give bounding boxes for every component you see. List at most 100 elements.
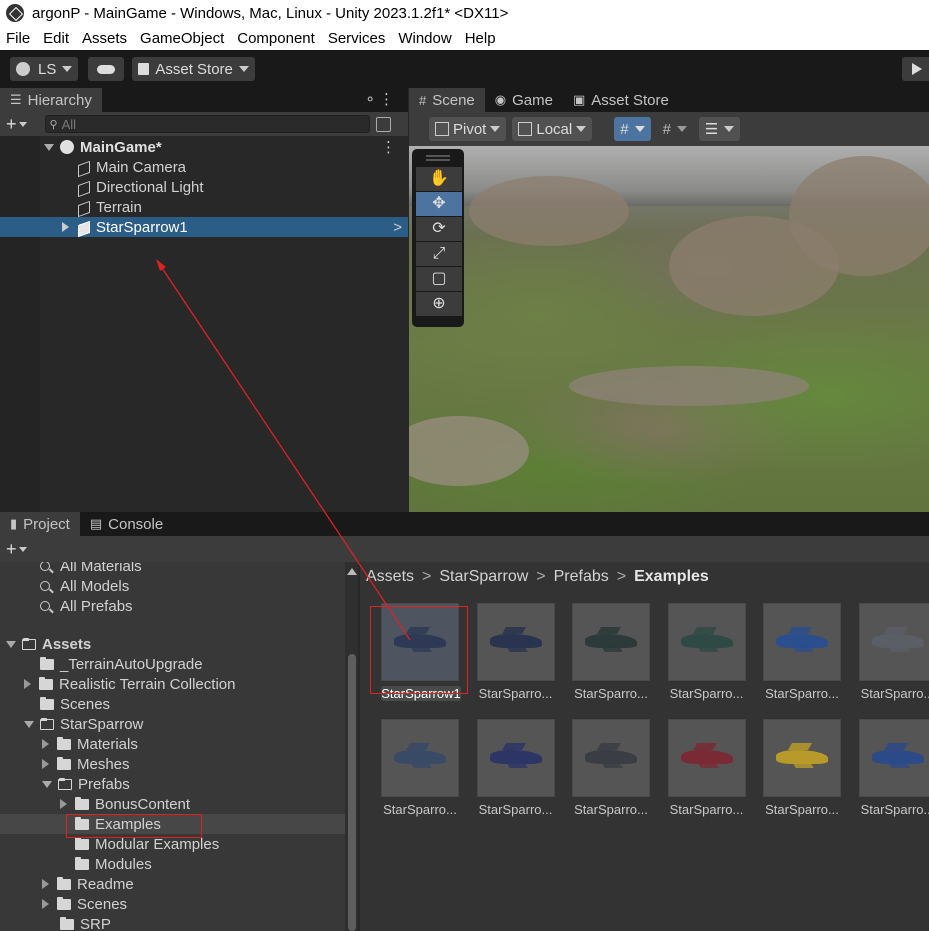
scene-row[interactable]: MainGame* ⋮ — [0, 137, 408, 157]
menu-assets[interactable]: Assets — [82, 30, 127, 47]
hand-tool-icon[interactable]: ✋ — [416, 167, 462, 191]
expand-arrow-icon[interactable] — [62, 222, 69, 232]
tree-item[interactable]: Meshes — [0, 754, 345, 774]
expand-arrow-icon[interactable] — [6, 640, 16, 648]
space-dropdown[interactable]: Local — [512, 117, 593, 141]
pivot-dropdown[interactable]: Pivot — [429, 117, 507, 141]
tree-item[interactable]: Scenes — [0, 694, 345, 714]
menu-gameobject[interactable]: GameObject — [140, 30, 224, 47]
rect-tool-icon[interactable]: ▢ — [416, 267, 462, 291]
asset-card[interactable]: StarSparro... — [471, 604, 561, 714]
asset-store-label: Asset Store — [155, 60, 233, 78]
cloud-button[interactable] — [88, 57, 125, 81]
menu-help[interactable]: Help — [465, 30, 496, 47]
menu-services[interactable]: Services — [328, 30, 386, 47]
scene-visibility-icon[interactable] — [375, 116, 391, 132]
expand-arrow-icon[interactable] — [44, 143, 54, 151]
expand-arrow-icon[interactable] — [42, 759, 49, 769]
grid-snap-toggle[interactable]: # — [614, 117, 651, 141]
drag-handle-icon[interactable] — [426, 155, 450, 161]
breadcrumb-item[interactable]: Assets — [366, 568, 414, 586]
snap-increment-button[interactable]: # — [657, 117, 693, 141]
tab-console[interactable]: ▤ Console — [80, 512, 173, 536]
expand-arrow-icon[interactable] — [42, 899, 49, 909]
expand-arrow-icon[interactable] — [42, 739, 49, 749]
asset-card[interactable]: StarSparro... — [375, 720, 465, 830]
add-icon[interactable]: + — [6, 539, 17, 560]
favorite-item[interactable]: All Materials — [0, 562, 345, 576]
asset-card[interactable]: StarSparro... — [566, 604, 656, 714]
asset-card[interactable]: StarSparro... — [853, 720, 929, 830]
hierarchy-item-selected[interactable]: StarSparrow1 > — [0, 217, 408, 237]
asset-card[interactable]: StarSparro... — [757, 604, 847, 714]
tree-item[interactable]: Modules — [0, 854, 345, 874]
tree-item[interactable]: Readme — [0, 874, 345, 894]
scale-tool-icon[interactable]: ⤢ — [416, 242, 462, 266]
expand-arrow-icon[interactable] — [42, 879, 49, 889]
transform-tool-icon[interactable]: ⊕ — [416, 292, 462, 316]
cloud-icon — [97, 64, 116, 74]
asset-card[interactable]: StarSparro... — [757, 720, 847, 830]
chevron-down-icon[interactable] — [18, 121, 27, 127]
scrollbar-thumb[interactable] — [348, 654, 356, 931]
tab-hierarchy[interactable]: ☰ Hierarchy — [0, 88, 102, 112]
move-tool-icon[interactable]: ✥ — [416, 192, 462, 216]
asset-card[interactable]: StarSparro... — [662, 720, 752, 830]
more-options-icon[interactable]: ⋮ — [381, 138, 396, 156]
hierarchy-item[interactable]: Directional Light — [0, 177, 408, 197]
tab-scene[interactable]: # Scene — [409, 88, 485, 112]
tree-item[interactable]: Materials — [0, 734, 345, 754]
asset-store-dropdown[interactable]: Asset Store — [132, 57, 255, 81]
expand-arrow-icon[interactable] — [24, 720, 34, 728]
asset-label: StarSparro... — [765, 802, 839, 817]
prefab-thumbnail — [382, 720, 458, 796]
hierarchy-search-input[interactable]: ⚲ All — [44, 115, 370, 133]
favorite-item[interactable]: All Prefabs — [0, 596, 345, 616]
lock-icon[interactable]: ⚬ — [364, 91, 376, 108]
chevron-down-icon[interactable] — [18, 546, 27, 552]
asset-card[interactable]: StarSparro... — [853, 604, 929, 714]
tree-item[interactable]: Prefabs — [0, 774, 345, 794]
tree-item[interactable]: Scenes — [0, 894, 345, 914]
breadcrumb-item[interactable]: StarSparrow — [439, 568, 528, 586]
expand-arrow-icon[interactable] — [60, 799, 67, 809]
menu-window[interactable]: Window — [398, 30, 451, 47]
tree-item[interactable]: BonusContent — [0, 794, 345, 814]
tree-scrollbar[interactable] — [345, 562, 358, 931]
tree-item-label: Prefabs — [78, 775, 130, 793]
more-options-icon[interactable]: ⋮ — [379, 90, 394, 108]
play-button[interactable] — [902, 57, 929, 81]
hierarchy-item[interactable]: Main Camera — [0, 157, 408, 177]
chevron-right-icon[interactable]: > — [393, 219, 402, 236]
menu-component[interactable]: Component — [237, 30, 315, 47]
tree-item[interactable]: Realistic Terrain Collection — [0, 674, 345, 694]
tab-project[interactable]: ▮ Project — [0, 512, 80, 536]
add-icon[interactable]: + — [6, 114, 17, 135]
tab-asset-store[interactable]: ▣ Asset Store — [563, 88, 679, 112]
expand-arrow-icon[interactable] — [42, 780, 52, 788]
account-dropdown[interactable]: LS — [10, 57, 79, 81]
menu-edit[interactable]: Edit — [43, 30, 69, 47]
asset-card[interactable]: StarSparro... — [471, 720, 561, 830]
project-tree: All Materials All Models All Prefabs Ass… — [0, 562, 358, 931]
tree-item[interactable]: _TerrainAutoUpgrade — [0, 654, 345, 674]
increment-snap-button[interactable]: ☰ — [698, 117, 741, 141]
unity-logo-icon — [6, 4, 24, 22]
hierarchy-item[interactable]: Terrain — [0, 197, 408, 217]
tree-item[interactable]: StarSparrow — [0, 714, 345, 734]
tab-scene-label: Scene — [432, 91, 475, 109]
breadcrumb-item[interactable]: Prefabs — [554, 568, 609, 586]
asset-card[interactable]: StarSparro... — [662, 604, 752, 714]
folder-icon — [57, 896, 71, 910]
expand-arrow-icon[interactable] — [24, 679, 31, 689]
scene-viewport[interactable]: ✋ ✥ ⟳ ⤢ ▢ ⊕ — [409, 146, 929, 512]
scroll-up-icon[interactable] — [347, 568, 357, 575]
asset-card[interactable]: StarSparro... — [566, 720, 656, 830]
menu-file[interactable]: File — [6, 30, 30, 47]
tree-item-assets[interactable]: Assets — [0, 634, 345, 654]
tab-game[interactable]: ◉ Game — [485, 88, 563, 112]
rotate-tool-icon[interactable]: ⟳ — [416, 217, 462, 241]
tree-item-label: Scenes — [60, 695, 111, 713]
tree-item[interactable]: SRP — [0, 914, 345, 931]
favorite-item[interactable]: All Models — [0, 576, 345, 596]
